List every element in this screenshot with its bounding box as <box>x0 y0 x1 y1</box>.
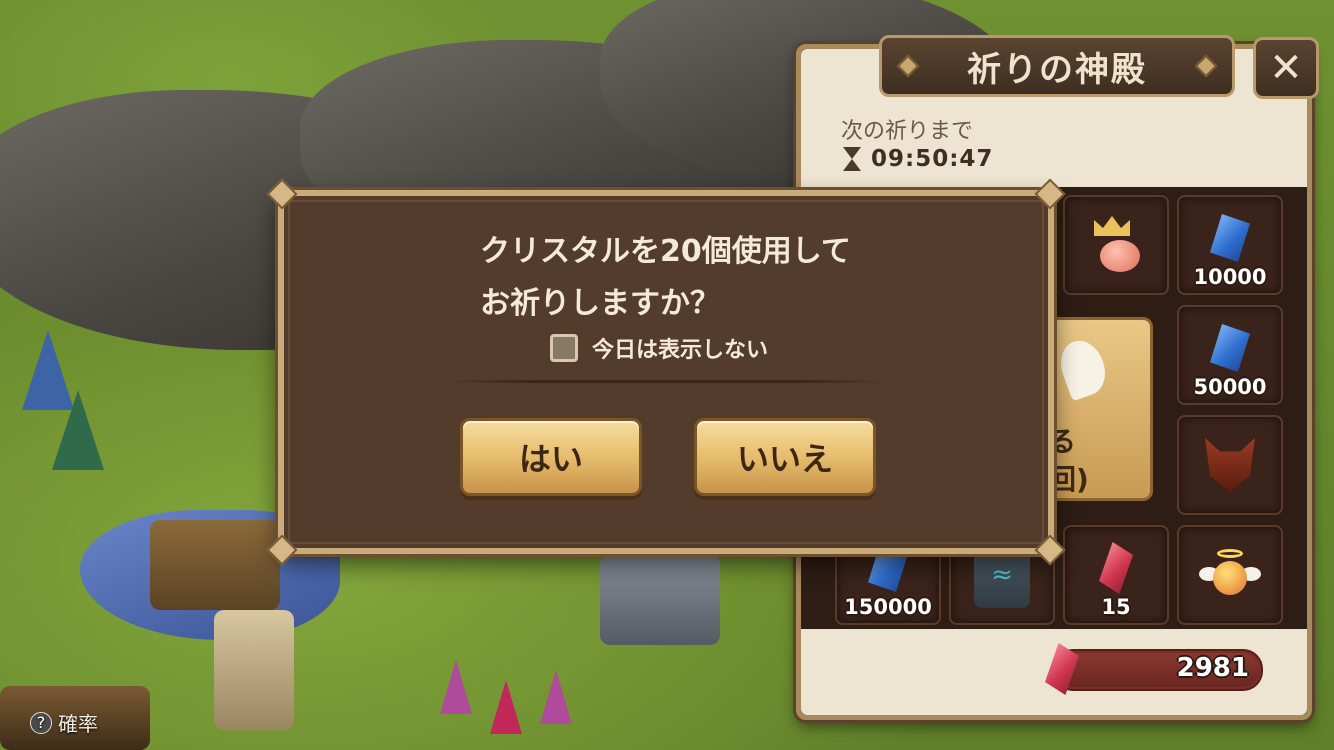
reward-slot[interactable] <box>1177 525 1283 625</box>
question-line: クリスタルを20個使用して <box>480 234 851 269</box>
royal-angel-icon <box>1080 212 1152 278</box>
prayer-timer: 09:50:47 <box>871 146 994 172</box>
tree <box>52 390 104 470</box>
wing-icon <box>1053 334 1113 402</box>
reward-count: 10000 <box>1193 265 1267 289</box>
crystal-decoration <box>490 680 522 734</box>
confirm-pray-dialog: クリスタルを20個使用して お祈りしますか？ 今日は表示しない はい いいえ <box>266 178 1066 566</box>
reward-slot[interactable]: 10000 <box>1177 195 1283 295</box>
help-icon: ? <box>30 711 52 734</box>
probability-label: 確率 <box>58 712 98 736</box>
yes-button[interactable]: はい <box>460 418 642 496</box>
demon-icon <box>1205 438 1255 492</box>
panel-title: 祈りの神殿 <box>967 49 1147 90</box>
dialog-question: クリスタルを20個使用して お祈りしますか？ <box>480 226 851 330</box>
angel-icon <box>1199 545 1261 601</box>
close-icon: ✕ <box>1269 45 1303 91</box>
question-line: お祈りしますか？ <box>480 286 720 321</box>
dialog-divider <box>444 380 888 383</box>
reward-slot[interactable] <box>1063 195 1169 295</box>
crystal-decoration <box>540 670 572 724</box>
probability-button[interactable]: ? 確率 <box>30 708 98 737</box>
pray-card[interactable]: る 回) <box>1041 317 1153 501</box>
reward-count: 150000 <box>844 595 932 619</box>
diamond-ornament-icon <box>896 54 920 78</box>
dont-show-today-row[interactable]: 今日は表示しない <box>550 332 768 364</box>
red-crystal-icon <box>1099 542 1133 594</box>
ship-building[interactable] <box>150 520 280 610</box>
panel-footer: 2981 <box>801 629 1307 715</box>
blue-crystal-icon <box>1210 214 1250 262</box>
panel-title-plate: 祈りの神殿 <box>879 35 1235 97</box>
panel-header: 祈りの神殿 ✕ 次の祈りまで 09:50:47 <box>801 35 1319 187</box>
next-prayer-label: 次の祈りまで <box>841 119 974 144</box>
hourglass-icon <box>841 145 863 173</box>
reward-slot[interactable]: 15 <box>1063 525 1169 625</box>
timer-row: 09:50:47 <box>841 145 993 173</box>
blue-crystal-icon <box>1210 324 1250 372</box>
stone-building[interactable] <box>600 555 720 645</box>
diamond-ornament-icon <box>1194 54 1218 78</box>
close-button[interactable]: ✕ <box>1253 37 1319 99</box>
reward-count: 15 <box>1101 595 1131 619</box>
dont-show-today-label: 今日は表示しない <box>592 338 769 363</box>
reward-count: 50000 <box>1193 375 1267 399</box>
crystal-decoration <box>440 660 472 714</box>
dont-show-today-checkbox[interactable] <box>550 334 578 362</box>
pray-card-count: 回) <box>1048 463 1089 496</box>
crystal-balance: 2981 <box>1176 653 1249 683</box>
reward-slot[interactable]: 50000 <box>1177 305 1283 405</box>
no-button[interactable]: いいえ <box>694 418 876 496</box>
lighthouse-building[interactable] <box>214 610 294 730</box>
reward-slot[interactable] <box>1177 415 1283 515</box>
